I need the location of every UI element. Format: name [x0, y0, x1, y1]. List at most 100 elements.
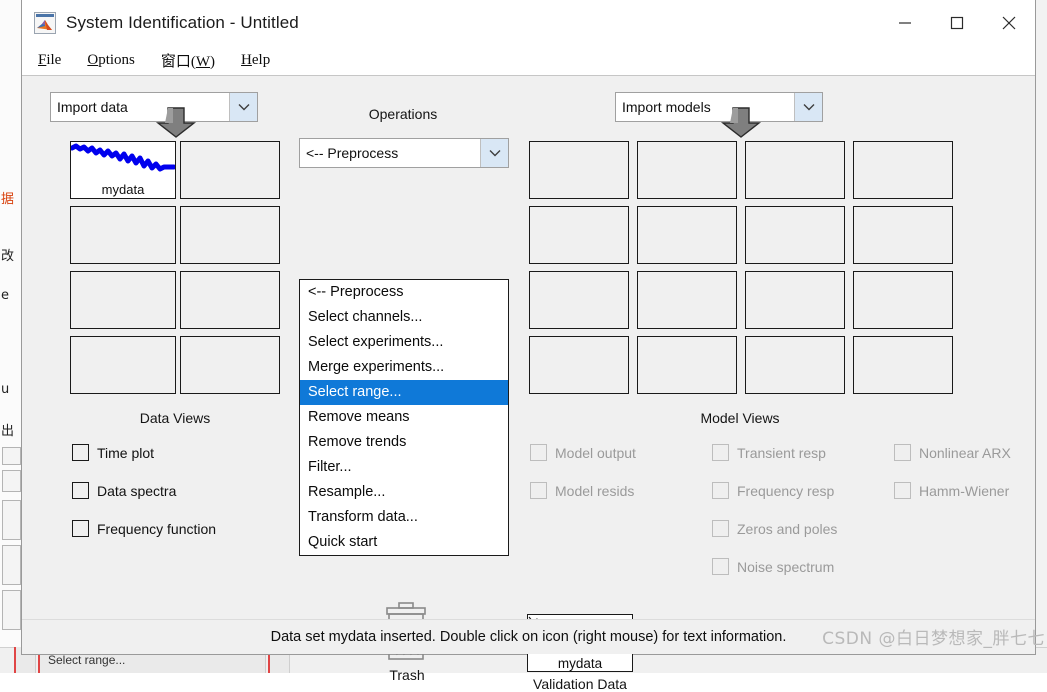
menu-option-remove-means[interactable]: Remove means	[300, 405, 508, 430]
checkbox-label: Data spectra	[97, 483, 176, 499]
model-cell-3-3[interactable]	[745, 271, 845, 329]
system-identification-window: System Identification - Untitled Fil	[21, 0, 1036, 655]
menu-help[interactable]: Help	[239, 50, 272, 71]
menu-option-select-range[interactable]: Select range...	[300, 380, 508, 405]
checkbox-noise-spectrum[interactable]: Noise spectrum	[712, 558, 834, 575]
menu-option-filter[interactable]: Filter...	[300, 455, 508, 480]
data-cell-6[interactable]	[180, 271, 280, 329]
menu-option-quick-start[interactable]: Quick start	[300, 530, 508, 555]
checkbox-label: Frequency function	[97, 521, 216, 537]
trash-label: Trash	[362, 667, 452, 683]
data-down-arrow-icon	[153, 107, 199, 139]
model-cell-1-2[interactable]	[637, 141, 737, 199]
minimize-button[interactable]	[879, 0, 931, 46]
checkbox-frequency-resp[interactable]: Frequency resp	[712, 482, 834, 499]
menu-option-preprocess[interactable]: <-- Preprocess	[300, 280, 508, 305]
checkbox-transient-resp[interactable]: Transient resp	[712, 444, 826, 461]
checkbox-model-output[interactable]: Model output	[530, 444, 636, 461]
menu-file[interactable]: File	[36, 50, 63, 71]
menu-option-remove-trends[interactable]: Remove trends	[300, 430, 508, 455]
window-title: System Identification - Untitled	[66, 13, 299, 33]
close-icon	[1000, 14, 1018, 32]
data-cell-7[interactable]	[70, 336, 176, 394]
data-cell-3[interactable]	[70, 206, 176, 264]
model-cell-1-1[interactable]	[529, 141, 629, 199]
menu-option-select-experiments[interactable]: Select experiments...	[300, 330, 508, 355]
data-cell-5[interactable]	[70, 271, 176, 329]
maximize-button[interactable]	[931, 0, 983, 46]
checkbox-box-icon[interactable]	[72, 520, 89, 537]
model-cell-4-3[interactable]	[745, 336, 845, 394]
checkbox-frequency-function[interactable]: Frequency function	[72, 520, 216, 537]
background-glyph-4: 出	[1, 420, 14, 439]
data-cell-mydata[interactable]: mydata	[70, 141, 176, 199]
model-cell-2-2[interactable]	[637, 206, 737, 264]
data-cell-8[interactable]	[180, 336, 280, 394]
model-cell-4-2[interactable]	[637, 336, 737, 394]
checkbox-box-icon[interactable]	[72, 482, 89, 499]
background-box-3	[2, 500, 21, 540]
checkbox-label: Noise spectrum	[737, 559, 834, 575]
close-button[interactable]	[983, 0, 1035, 46]
import-data-value: Import data	[51, 99, 229, 115]
operations-combo[interactable]: <-- Preprocess	[299, 138, 509, 168]
validation-thumb-label: mydata	[528, 656, 632, 671]
checkbox-nonlinear-arx[interactable]: Nonlinear ARX	[894, 444, 1011, 461]
data-views-title: Data Views	[70, 410, 280, 426]
checkbox-box-icon[interactable]	[530, 482, 547, 499]
checkbox-label: Zeros and poles	[737, 521, 837, 537]
model-cell-2-4[interactable]	[853, 206, 953, 264]
checkbox-hamm-wiener[interactable]: Hamm-Wiener	[894, 482, 1009, 499]
checkbox-time-plot[interactable]: Time plot	[72, 444, 154, 461]
model-cell-2-1[interactable]	[529, 206, 629, 264]
menu-option-transform-data[interactable]: Transform data...	[300, 505, 508, 530]
model-cell-3-4[interactable]	[853, 271, 953, 329]
checkbox-label: Transient resp	[737, 445, 826, 461]
checkbox-label: Nonlinear ARX	[919, 445, 1011, 461]
data-cell-4[interactable]	[180, 206, 280, 264]
checkbox-box-icon[interactable]	[894, 482, 911, 499]
model-cell-4-4[interactable]	[853, 336, 953, 394]
chevron-down-icon[interactable]	[480, 139, 508, 167]
model-cell-3-2[interactable]	[637, 271, 737, 329]
checkbox-box-icon[interactable]	[530, 444, 547, 461]
menu-option-resample[interactable]: Resample...	[300, 480, 508, 505]
operations-dropdown-menu[interactable]: <-- Preprocess Select channels... Select…	[299, 279, 509, 556]
checkbox-zeros-and-poles[interactable]: Zeros and poles	[712, 520, 837, 537]
checkbox-box-icon[interactable]	[712, 520, 729, 537]
window-controls	[879, 0, 1035, 46]
menu-bar: File Options 窗口(W) Help	[22, 46, 1035, 76]
background-glyph-2: e	[1, 288, 9, 303]
model-cell-1-3[interactable]	[745, 141, 845, 199]
model-cell-1-4[interactable]	[853, 141, 953, 199]
checkbox-box-icon[interactable]	[712, 482, 729, 499]
operations-combo-value: <-- Preprocess	[300, 145, 480, 161]
checkbox-box-icon[interactable]	[712, 558, 729, 575]
validation-data-caption: Validation Data	[509, 676, 651, 692]
csdn-watermark: CSDN @白日梦想家_胖七七	[822, 624, 1045, 649]
checkbox-model-resids[interactable]: Model resids	[530, 482, 634, 499]
menu-options[interactable]: Options	[85, 50, 137, 71]
menu-window[interactable]: 窗口(W)	[159, 48, 217, 73]
model-cell-3-1[interactable]	[529, 271, 629, 329]
operations-title: Operations	[300, 106, 506, 122]
checkbox-box-icon[interactable]	[894, 444, 911, 461]
checkbox-box-icon[interactable]	[72, 444, 89, 461]
background-box-4	[2, 545, 21, 585]
chevron-down-icon[interactable]	[229, 93, 257, 121]
checkbox-label: Frequency resp	[737, 483, 834, 499]
data-cell-2[interactable]	[180, 141, 280, 199]
model-cell-4-1[interactable]	[529, 336, 629, 394]
background-box-2	[2, 470, 21, 492]
checkbox-data-spectra[interactable]: Data spectra	[72, 482, 176, 499]
checkbox-label: Time plot	[97, 445, 154, 461]
menu-option-merge-experiments[interactable]: Merge experiments...	[300, 355, 508, 380]
checkbox-box-icon[interactable]	[712, 444, 729, 461]
model-cell-2-3[interactable]	[745, 206, 845, 264]
model-views-title: Model Views	[610, 410, 870, 426]
menu-option-select-channels[interactable]: Select channels...	[300, 305, 508, 330]
data-thumbnail-icon	[71, 142, 175, 182]
background-glyph-1: 改	[1, 245, 14, 264]
chevron-down-icon[interactable]	[794, 93, 822, 121]
checkbox-label: Model resids	[555, 483, 634, 499]
